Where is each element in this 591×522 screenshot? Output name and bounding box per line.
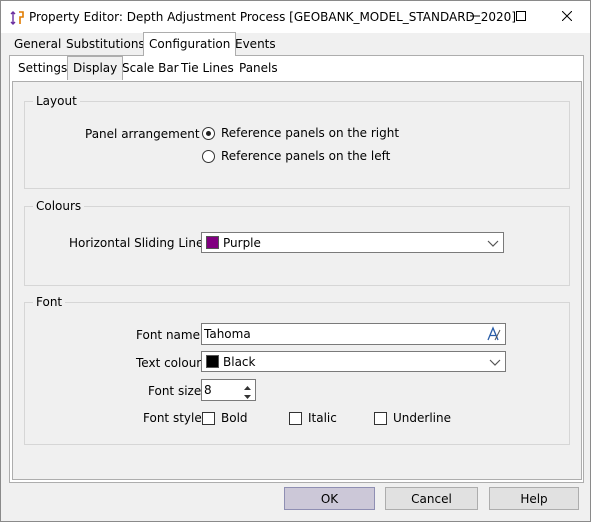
tab-scale-bar[interactable]: Scale Bar xyxy=(117,58,184,79)
colours-group-label: Colours xyxy=(33,199,85,213)
window-title: Property Editor: Depth Adjustment Proces… xyxy=(29,10,517,24)
maximize-button[interactable] xyxy=(498,1,544,33)
bold-checkbox[interactable] xyxy=(202,412,215,425)
sliding-lines-label: Horizontal Sliding Lines xyxy=(69,236,210,250)
radio-panels-right[interactable] xyxy=(202,127,215,140)
radio-panels-right-label[interactable]: Reference panels on the right xyxy=(221,126,399,140)
property-editor-window: Property Editor: Depth Adjustment Proces… xyxy=(0,0,591,522)
sliding-lines-colour-value: Purple xyxy=(223,236,261,250)
title-bar[interactable]: Property Editor: Depth Adjustment Proces… xyxy=(1,1,590,33)
italic-checkbox[interactable] xyxy=(289,412,302,425)
tab-events[interactable]: Events xyxy=(230,34,281,55)
bold-checkbox-label[interactable]: Bold xyxy=(221,411,248,425)
tab-substitutions[interactable]: Substitutions xyxy=(61,34,150,55)
cancel-button[interactable]: Cancel xyxy=(385,487,478,510)
colours-group: Colours Horizontal Sliding Lines Purple xyxy=(24,199,570,286)
layout-group: Layout Panel arrangement Reference panel… xyxy=(24,94,570,189)
font-size-label: Font size xyxy=(148,384,202,398)
sliding-lines-colour-combo[interactable]: Purple xyxy=(201,232,504,253)
radio-panels-left-label[interactable]: Reference panels on the left xyxy=(221,149,390,163)
tab-panels[interactable]: Panels xyxy=(234,58,283,79)
font-name-field[interactable]: Tahoma xyxy=(201,323,506,345)
font-group-label: Font xyxy=(33,295,66,309)
font-name-value: Tahoma xyxy=(204,327,251,341)
font-size-value: 8 xyxy=(204,383,212,397)
font-picker-icon[interactable] xyxy=(486,326,502,345)
underline-checkbox-label[interactable]: Underline xyxy=(393,411,451,425)
chevron-down-icon xyxy=(487,237,499,249)
close-button[interactable] xyxy=(544,1,590,33)
tab-configuration[interactable]: Configuration xyxy=(143,32,237,56)
layout-group-label: Layout xyxy=(33,94,80,108)
font-size-stepper[interactable]: 8 xyxy=(201,379,256,401)
black-swatch xyxy=(206,355,219,368)
radio-panels-left[interactable] xyxy=(202,150,215,163)
minimize-button[interactable] xyxy=(452,1,498,33)
spin-down-icon[interactable] xyxy=(243,390,252,404)
help-button[interactable]: Help xyxy=(489,487,579,510)
purple-swatch xyxy=(206,236,219,249)
text-colour-value: Black xyxy=(223,355,256,369)
close-icon xyxy=(561,10,573,24)
text-colour-combo[interactable]: Black xyxy=(201,351,506,372)
italic-checkbox-label[interactable]: Italic xyxy=(308,411,337,425)
ok-button[interactable]: OK xyxy=(284,487,375,510)
text-colour-label: Text colour xyxy=(136,356,202,370)
tab-general[interactable]: General xyxy=(9,34,66,55)
tab-tie-lines[interactable]: Tie Lines xyxy=(176,58,239,79)
tab-settings[interactable]: Settings xyxy=(13,58,72,79)
minimize-icon xyxy=(470,10,480,24)
chevron-down-icon xyxy=(489,356,501,368)
underline-checkbox[interactable] xyxy=(374,412,387,425)
tab-display[interactable]: Display xyxy=(67,56,124,80)
font-group: Font Font name Tahoma Text colour Black xyxy=(24,295,570,445)
panel-arrangement-label: Panel arrangement xyxy=(85,127,200,141)
font-style-label: Font style xyxy=(143,411,202,425)
font-name-label: Font name xyxy=(136,328,200,342)
depth-adjust-icon xyxy=(10,10,26,26)
maximize-icon xyxy=(516,10,526,24)
display-panel: Layout Panel arrangement Reference panel… xyxy=(12,81,582,480)
